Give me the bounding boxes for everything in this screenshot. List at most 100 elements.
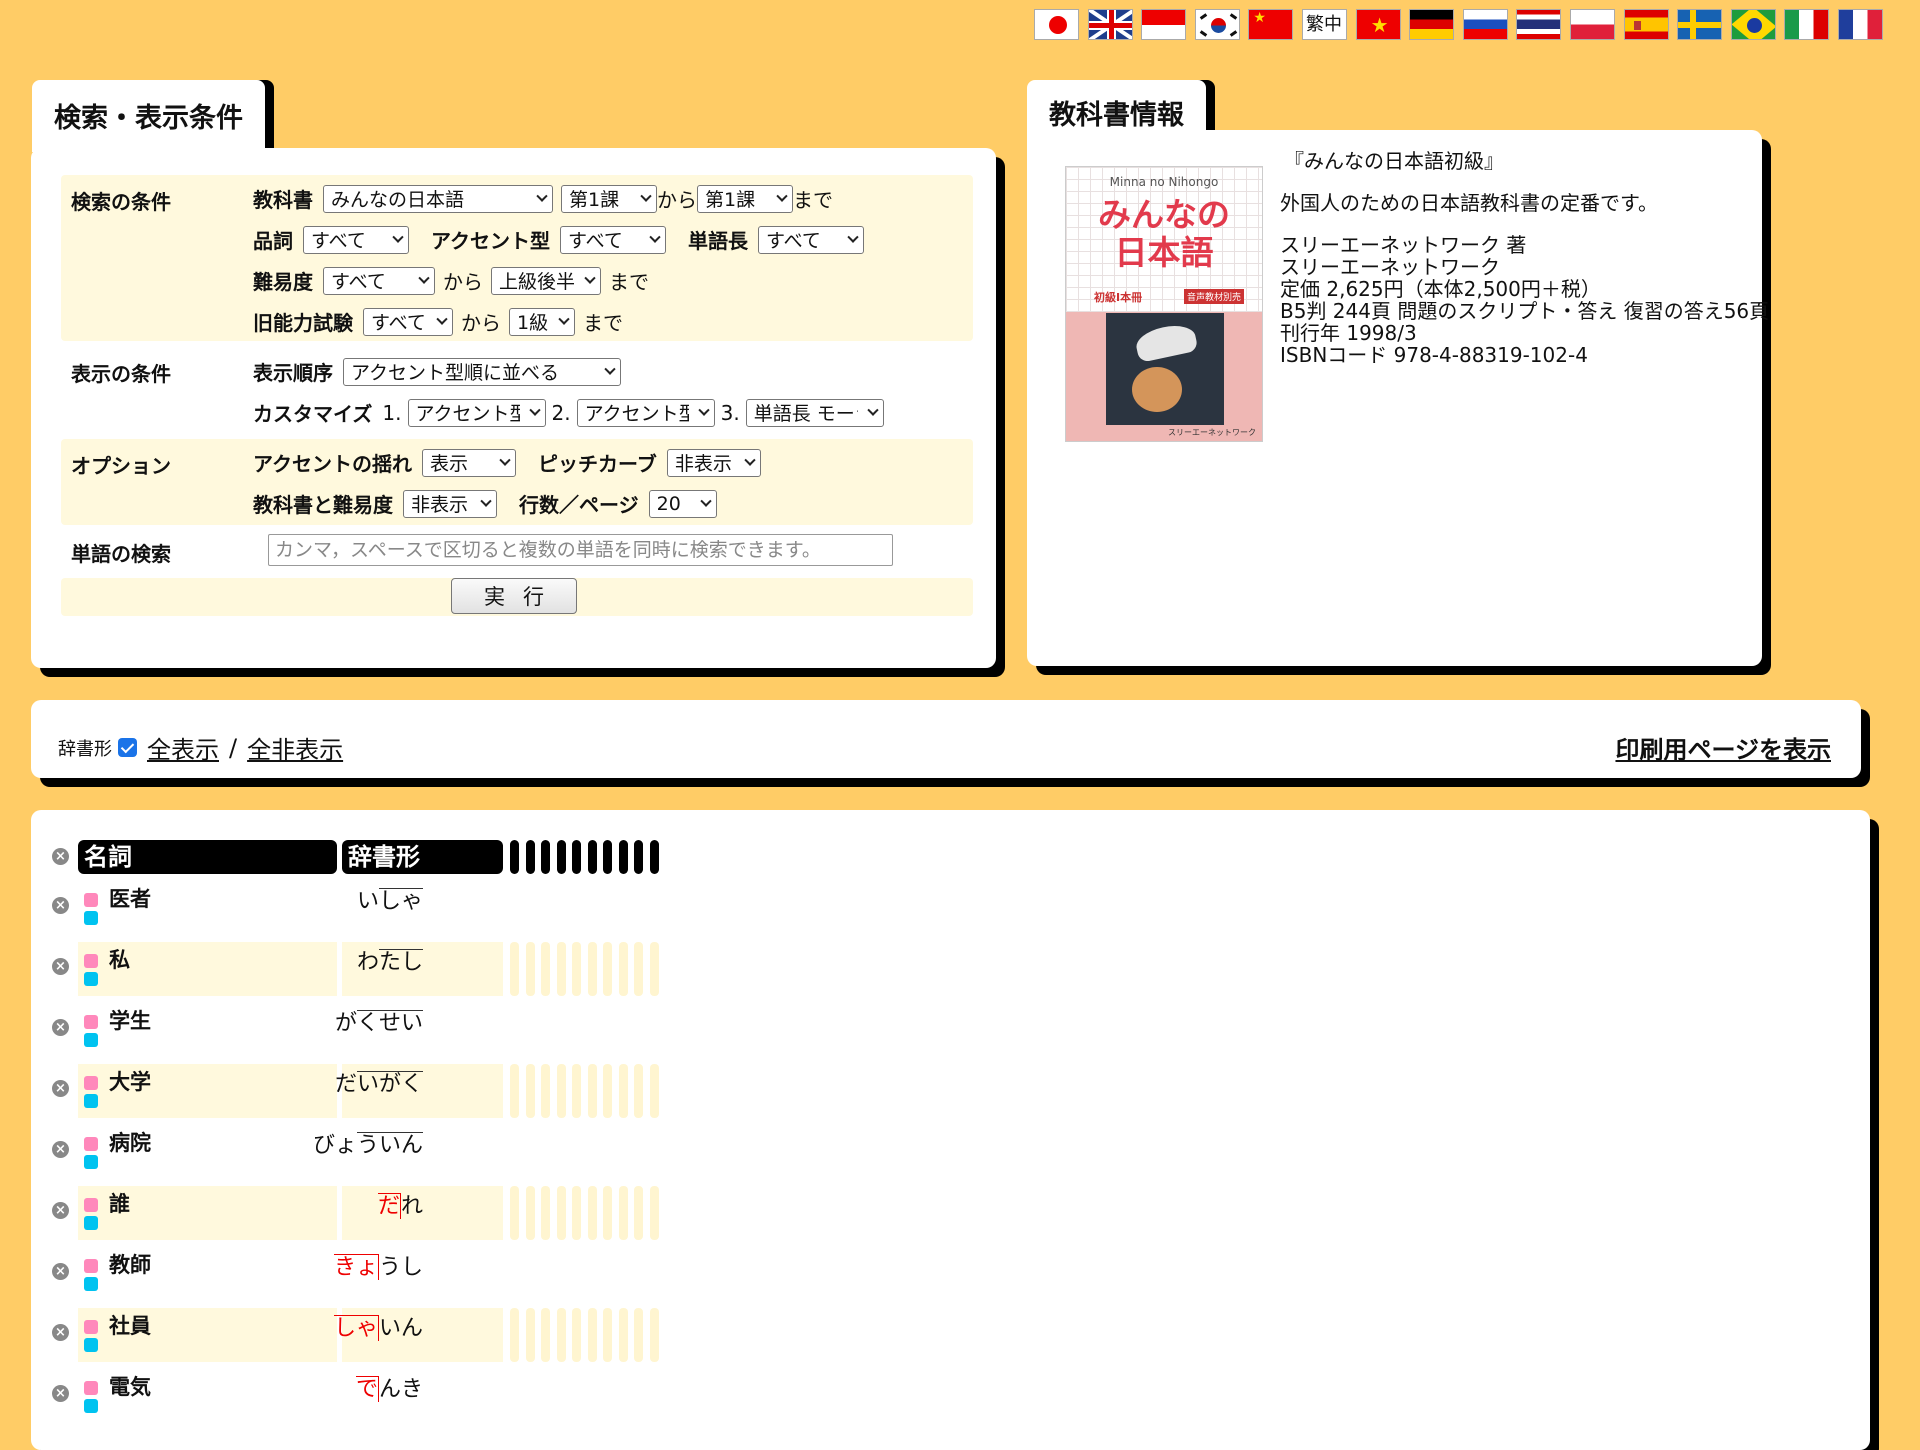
france-flag-icon[interactable] bbox=[1837, 9, 1883, 40]
lesson-from-select[interactable]: 第1課 bbox=[561, 184, 657, 213]
accent-sway-label: アクセントの揺れ bbox=[253, 452, 412, 476]
pos-select[interactable]: すべて bbox=[303, 225, 409, 254]
row-bg-stripe bbox=[603, 1186, 612, 1240]
close-column-icon[interactable]: × bbox=[52, 848, 69, 865]
table-row: × 社員 しゃいん bbox=[31, 1306, 731, 1362]
reading-segment: たし bbox=[378, 949, 423, 975]
pink-marker-icon bbox=[84, 1259, 98, 1273]
word-search-label: 単語の検索 bbox=[71, 542, 171, 566]
execute-button[interactable]: 実行 bbox=[451, 578, 577, 614]
row-bg-stripe bbox=[556, 942, 566, 996]
table-row: × 教師 きょうし bbox=[31, 1245, 731, 1301]
row-bg-stripe bbox=[587, 1064, 597, 1118]
reading-segment: ういん bbox=[356, 1132, 423, 1158]
japan-flag-icon[interactable] bbox=[1034, 9, 1079, 40]
conjugation-column-header bbox=[634, 840, 643, 874]
pink-marker-icon bbox=[84, 1198, 98, 1212]
row-bg-stripe bbox=[525, 1064, 535, 1118]
remove-row-icon[interactable]: × bbox=[52, 1019, 69, 1036]
table-row: × 学生 がくせい bbox=[31, 1001, 731, 1057]
customize-2-select[interactable]: アクセント型 bbox=[576, 398, 715, 427]
row-bg-stripe bbox=[510, 1308, 519, 1362]
textbook-label: 教科書 bbox=[253, 188, 313, 212]
from-text: から bbox=[657, 188, 697, 212]
conjugation-column-header bbox=[618, 840, 628, 874]
cyan-marker-icon bbox=[84, 1277, 98, 1291]
word-text: 病院 bbox=[109, 1131, 151, 1155]
remove-row-icon[interactable]: × bbox=[52, 1263, 69, 1280]
pitch-curve-select[interactable]: 非表示 bbox=[666, 448, 761, 477]
book-panel: Minna no Nihongo みんなの 日本語 初級Ⅰ本冊 音声教材別売 ス… bbox=[1027, 130, 1769, 666]
dict-form-checkbox[interactable] bbox=[118, 738, 137, 757]
word-text: 学生 bbox=[109, 1009, 151, 1033]
cyan-marker-icon bbox=[84, 1033, 98, 1047]
conjugation-columns bbox=[510, 840, 665, 874]
difficulty-from-select[interactable]: すべて bbox=[323, 266, 435, 295]
word-length-label: 単語長 bbox=[688, 229, 748, 253]
remove-row-icon[interactable]: × bbox=[52, 1385, 69, 1402]
thailand-flag-icon[interactable] bbox=[1516, 9, 1562, 40]
table-row: × 電気 でんき bbox=[31, 1367, 731, 1423]
accent-type-select[interactable]: すべて bbox=[560, 225, 666, 254]
russia-flag-icon[interactable] bbox=[1462, 9, 1508, 40]
remove-row-icon[interactable]: × bbox=[52, 897, 69, 914]
customize-row: カスタマイズ 1. アクセント型 2. アクセント型 3. 単語長 モーラ bbox=[253, 398, 884, 427]
rows-per-page-select[interactable]: 20 bbox=[648, 489, 717, 518]
book-title: 『みんなの日本語初級』 bbox=[1284, 149, 1504, 173]
hide-all-link[interactable]: 全非表示 bbox=[247, 730, 343, 765]
customize-label: カスタマイズ bbox=[253, 402, 373, 426]
brazil-flag-icon[interactable] bbox=[1730, 9, 1776, 40]
pos-column-header: 名詞 bbox=[78, 840, 337, 874]
lesson-to-select[interactable]: 第1課 bbox=[697, 184, 793, 213]
customize-1-select[interactable]: アクセント型 bbox=[407, 398, 546, 427]
textbook-select[interactable]: みんなの日本語 bbox=[323, 184, 553, 213]
remove-row-icon[interactable]: × bbox=[52, 1324, 69, 1341]
remove-row-icon[interactable]: × bbox=[52, 1202, 69, 1219]
customize-3-select[interactable]: 単語長 モーラ bbox=[745, 398, 884, 427]
reading-text: だいがく bbox=[335, 1066, 423, 1098]
reading-segment: わ bbox=[356, 950, 379, 975]
remove-row-icon[interactable]: × bbox=[52, 1080, 69, 1097]
difficulty-label: 難易度 bbox=[253, 270, 313, 294]
korea-flag-icon[interactable] bbox=[1194, 9, 1240, 40]
textbook-difficulty-select[interactable]: 非表示 bbox=[403, 489, 497, 518]
china-flag-icon[interactable]: ★ bbox=[1248, 9, 1294, 40]
jlpt-from-select[interactable]: すべて bbox=[363, 307, 453, 336]
reading-segment: きょ bbox=[333, 1254, 379, 1280]
uk-flag-icon[interactable] bbox=[1087, 9, 1133, 40]
row-bg-stripe bbox=[587, 942, 597, 996]
spain-flag-icon[interactable] bbox=[1623, 9, 1669, 40]
sweden-flag-icon[interactable] bbox=[1677, 9, 1723, 40]
remove-row-icon[interactable]: × bbox=[52, 1141, 69, 1158]
options-row-2: 教科書と難易度 非表示 行数／ページ 20 bbox=[253, 489, 717, 518]
word-search-input[interactable]: カンマ，スペースで区切ると複数の単語を同時に検索できます。 bbox=[268, 534, 893, 566]
cyan-marker-icon bbox=[84, 1399, 98, 1413]
print-page-link[interactable]: 印刷用ページを表示 bbox=[1615, 730, 1831, 765]
germany-flag-icon[interactable] bbox=[1409, 9, 1455, 40]
word-length-select[interactable]: すべて bbox=[758, 225, 864, 254]
jlpt-to-select[interactable]: 1級 bbox=[509, 307, 575, 336]
italy-flag-icon[interactable] bbox=[1784, 9, 1830, 40]
row-bg-stripe bbox=[634, 1186, 643, 1240]
pos-row: 品詞 すべて アクセント型 すべて 単語長 すべて bbox=[253, 225, 864, 254]
poland-flag-icon[interactable] bbox=[1569, 9, 1615, 40]
book-format: B5判 244頁 問題のスクリプト・答え 復習の答え56頁 bbox=[1280, 299, 1770, 323]
reading-segment: で bbox=[355, 1376, 379, 1402]
dict-form-label: 辞書形 bbox=[58, 738, 112, 760]
row-bg-stripe bbox=[572, 942, 581, 996]
indonesia-flag-icon[interactable] bbox=[1141, 9, 1187, 40]
row-bg-stripe bbox=[541, 1186, 550, 1240]
display-order-select[interactable]: アクセント型順に並べる bbox=[343, 357, 621, 386]
book-price: 定価 2,625円（本体2,500円＋税） bbox=[1280, 277, 1601, 301]
jlpt-from-text: から bbox=[461, 311, 501, 335]
remove-row-icon[interactable]: × bbox=[52, 958, 69, 975]
conjugation-column-header bbox=[572, 840, 581, 874]
show-all-link[interactable]: 全表示 bbox=[147, 730, 219, 765]
reading-segment: びょ bbox=[312, 1133, 357, 1158]
difficulty-to-select[interactable]: 上級後半 bbox=[491, 266, 601, 295]
vietnam-flag-icon[interactable]: ★ bbox=[1355, 9, 1401, 40]
accent-sway-select[interactable]: 表示 bbox=[422, 448, 516, 477]
book-publisher: スリーエーネットワーク bbox=[1280, 255, 1500, 279]
word-text: 教師 bbox=[109, 1253, 151, 1277]
traditional-chinese-icon[interactable]: 繁中 bbox=[1301, 9, 1347, 40]
